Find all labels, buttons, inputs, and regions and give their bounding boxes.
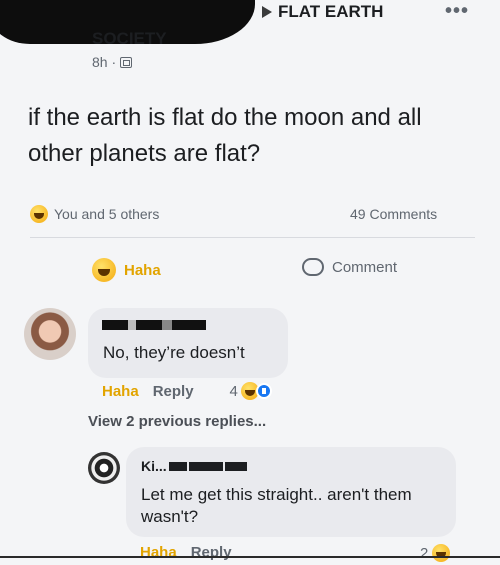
post-meta: 8h · <box>92 54 133 70</box>
redaction-mark <box>168 461 187 471</box>
comment-haha-link[interactable]: Haha <box>102 383 139 400</box>
redacted-commenter-name <box>102 320 206 330</box>
view-previous-replies-link[interactable]: View 2 previous replies... <box>88 413 266 430</box>
group-link[interactable]: FLAT EARTH <box>262 2 383 22</box>
reply-reaction-count[interactable]: 2 <box>420 544 451 562</box>
reply-text: Let me get this straight.. aren't them w… <box>141 485 412 526</box>
more-dots-icon[interactable]: ••• <box>445 0 469 23</box>
comment-reply-link[interactable]: Reply <box>153 383 194 400</box>
redaction-mark <box>188 461 223 471</box>
reply-reply-link[interactable]: Reply <box>191 544 232 561</box>
comment-bubble-icon <box>302 258 324 276</box>
bottom-divider <box>0 556 500 558</box>
haha-button-label: Haha <box>124 261 161 279</box>
comment-text: No, they’re doesn’t <box>103 343 245 362</box>
comment-button-label: Comment <box>332 258 398 276</box>
comments-count-link[interactable]: 49 Comments <box>350 206 437 222</box>
haha-button[interactable]: Haha <box>92 258 161 282</box>
post-time[interactable]: 8h · <box>92 54 116 70</box>
reply-reaction-number: 2 <box>420 544 429 562</box>
haha-face-icon <box>92 258 116 282</box>
divider <box>30 237 475 238</box>
reaction-summary[interactable]: You and 5 others <box>30 205 159 223</box>
comment-button[interactable]: Comment <box>302 258 397 276</box>
reply-haha-link[interactable]: Haha <box>140 544 177 561</box>
post-text: if the earth is flat do the moon and all… <box>28 104 422 167</box>
reply-commenter-name[interactable]: Ki... <box>141 458 247 474</box>
comment-reaction-number: 4 <box>229 382 238 400</box>
reply-actions: Haha Reply <box>140 544 232 561</box>
group-audience-icon <box>120 56 133 68</box>
reaction-summary-text: You and 5 others <box>54 206 160 222</box>
haha-reaction-icon <box>30 205 48 223</box>
group-name: FLAT EARTH <box>278 2 384 21</box>
avatar[interactable] <box>24 308 76 360</box>
redaction-mark <box>224 461 247 471</box>
comment-reaction-count[interactable]: 4 <box>230 382 272 400</box>
haha-reaction-icon <box>432 544 451 562</box>
triangle-arrow-icon <box>262 6 272 18</box>
comment-actions: Haha Reply 4 <box>102 382 272 400</box>
avatar[interactable] <box>88 452 120 484</box>
like-reaction-icon <box>255 383 272 399</box>
reply-name-visible: Ki... <box>141 458 167 474</box>
author-name-suffix[interactable]: SOCIETY <box>92 29 167 49</box>
